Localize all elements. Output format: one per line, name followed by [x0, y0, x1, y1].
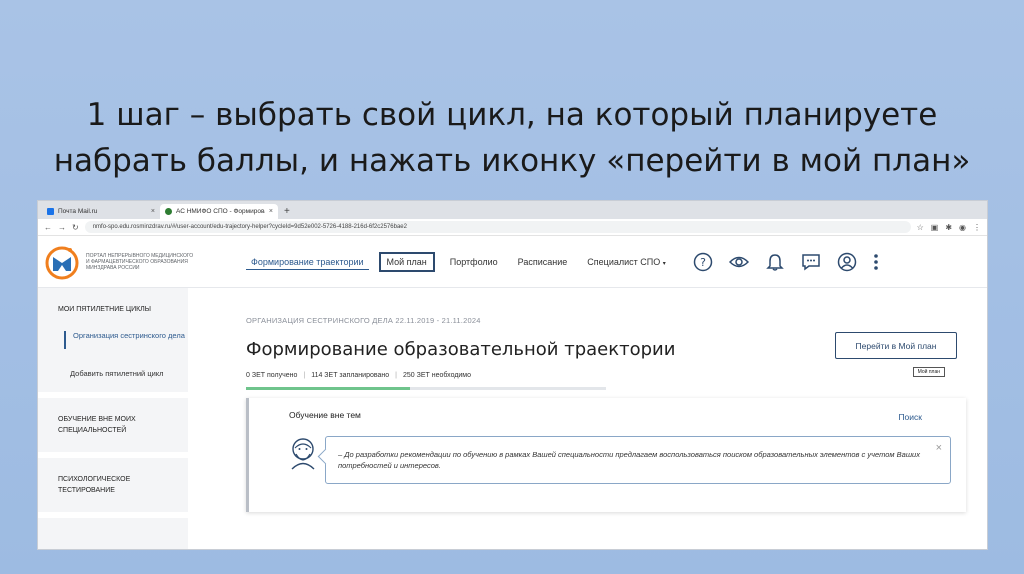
portal-icon [165, 208, 172, 215]
progress-fill [246, 387, 411, 390]
close-icon[interactable]: × [269, 208, 273, 215]
main-nav: Формирование траектории Мой план Портфол… [246, 251, 671, 272]
recommendation-note: – До разработки рекомендации по обучению… [325, 436, 951, 484]
help-icon[interactable]: ? [693, 252, 713, 272]
zet-summary: 0 ЗЕТ получено | 114 ЗЕТ запланировано |… [246, 372, 967, 379]
zet-progress-bar [246, 387, 606, 390]
sidebar-item-outside[interactable]: Обучение вне моих специальностей [38, 398, 188, 458]
app-header: Портал непрерывного медицинского и фарма… [38, 236, 987, 288]
address-bar-row: ← → ↻ nmfo-spo.edu.rosminzdrav.ru/#/user… [38, 219, 987, 236]
header-icons: ? [693, 252, 879, 272]
note-text: – До разработки рекомендации по обучению… [338, 450, 920, 470]
back-icon[interactable]: ← [44, 223, 52, 232]
outside-topics-card: Обучение вне тем Поиск – До разработки р… [246, 398, 966, 512]
extension-icon[interactable]: ▣ [931, 223, 939, 232]
puzzle-icon[interactable]: ✱ [945, 223, 952, 232]
card-title: Обучение вне тем [289, 410, 361, 420]
search-link[interactable]: Поиск [898, 412, 922, 422]
screenshot-window: Почта Mail.ru × АС НМИФО СПО - Формирова… [37, 200, 988, 550]
zet-planned: 114 ЗЕТ запланировано [311, 372, 390, 379]
reload-icon[interactable]: ↻ [72, 223, 79, 232]
bell-icon[interactable] [765, 252, 785, 272]
nav-schedule[interactable]: Расписание [513, 253, 573, 271]
user-icon[interactable] [837, 252, 857, 272]
sidebar-item-psych[interactable]: Психологическое тестирование [38, 458, 188, 518]
tab-label: АС НМИФО СПО - Формирова [176, 208, 265, 215]
close-icon[interactable]: × [936, 443, 942, 454]
add-cycle-link[interactable]: Добавить пятилетний цикл [38, 359, 188, 398]
nav-role[interactable]: Специалист СПО ▾ [582, 253, 670, 271]
divider: | [395, 372, 397, 379]
forward-icon[interactable]: → [58, 223, 66, 232]
page-content: Мои пятилетние циклы Организация сестрин… [38, 288, 987, 549]
portal-name: Портал непрерывного медицинского и фарма… [86, 252, 194, 271]
divider: | [303, 372, 306, 379]
nav-trajectory[interactable]: Формирование траектории [246, 253, 369, 270]
sidebar: Мои пятилетние циклы Организация сестрин… [38, 288, 188, 549]
menu-icon[interactable]: ⋮ [973, 223, 981, 232]
svg-text:?: ? [700, 256, 706, 269]
kebab-menu-icon[interactable] [873, 252, 879, 272]
active-indicator [64, 331, 66, 349]
sidebar-item-cycle[interactable]: Организация сестринского дела [38, 323, 188, 359]
zet-received: 0 ЗЕТ получено [246, 372, 298, 379]
close-icon[interactable]: × [151, 208, 155, 215]
star-icon[interactable]: ☆ [917, 223, 924, 232]
slide-title-line1: 1 шаг – выбрать свой цикл, на который пл… [86, 97, 938, 133]
tab-mail[interactable]: Почта Mail.ru × [42, 204, 160, 219]
chat-icon[interactable] [801, 252, 821, 272]
main-panel: Организация сестринского дела 22.11.2019… [188, 288, 987, 549]
new-tab-button[interactable]: + [278, 204, 296, 219]
cycle-org-dates: Организация сестринского дела 22.11.2019… [246, 316, 481, 325]
nav-myplan[interactable]: Мой план [378, 251, 435, 272]
sidebar-cycles-title: Мои пятилетние циклы [58, 306, 151, 313]
browser-tabbar: Почта Mail.ru × АС НМИФО СПО - Формирова… [38, 201, 987, 219]
tab-portal[interactable]: АС НМИФО СПО - Формирова × [160, 204, 278, 219]
portal-logo[interactable] [44, 244, 80, 280]
sidebar-item-label: Организация сестринского дела [73, 331, 185, 340]
slide-title: 1 шаг – выбрать свой цикл, на который пл… [0, 92, 1024, 184]
tab-label: Почта Mail.ru [58, 208, 98, 215]
go-to-plan-button[interactable]: Перейти в Мой план [835, 332, 957, 359]
nav-portfolio[interactable]: Портфолио [445, 253, 503, 271]
role-label: Специалист СПО [587, 256, 661, 267]
profile-icon[interactable]: ◉ [959, 223, 966, 232]
eye-icon[interactable] [728, 252, 749, 272]
mascot-icon [291, 438, 315, 470]
slide-title-line2: набрать баллы, и нажать иконку «перейти … [53, 143, 971, 179]
address-input[interactable]: nmfo-spo.edu.rosminzdrav.ru/#/user-accou… [84, 221, 911, 233]
tooltip: Мой план [912, 367, 945, 377]
zet-needed: 250 ЗЕТ необходимо [402, 372, 472, 379]
mail-icon [47, 208, 54, 215]
chevron-down-icon: ▾ [662, 260, 666, 267]
